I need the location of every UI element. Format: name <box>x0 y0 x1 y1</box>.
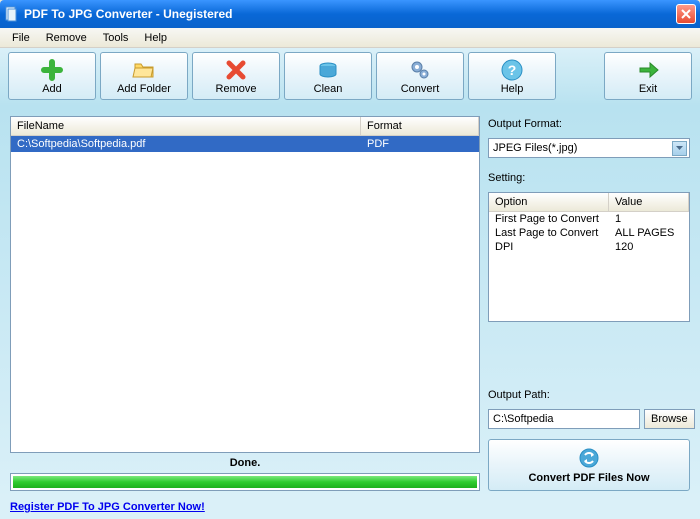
convert-now-label: Convert PDF Files Now <box>528 472 649 484</box>
window-title: PDF To JPG Converter - Unegistered <box>24 7 676 21</box>
list-header[interactable]: FileName Format <box>11 117 479 136</box>
add-folder-label: Add Folder <box>117 83 171 95</box>
progress-fill <box>13 476 477 488</box>
settings-table[interactable]: Option Value First Page to Convert1 Last… <box>488 192 690 322</box>
x-icon <box>224 58 248 82</box>
footer: Register PDF To JPG Converter Now! <box>0 501 700 519</box>
col-value[interactable]: Value <box>609 193 689 211</box>
add-button[interactable]: Add <box>8 52 96 100</box>
exit-button[interactable]: Exit <box>604 52 692 100</box>
register-link[interactable]: Register PDF To JPG Converter Now! <box>10 501 205 513</box>
add-label: Add <box>42 83 62 95</box>
clean-button[interactable]: Clean <box>284 52 372 100</box>
output-format-value: JPEG Files(*.jpg) <box>493 142 672 154</box>
output-format-dropdown[interactable]: JPEG Files(*.jpg) <box>488 138 690 158</box>
help-label: Help <box>501 83 524 95</box>
menu-tools[interactable]: Tools <box>95 30 137 46</box>
progress-bar <box>10 473 480 491</box>
content-area: FileName Format C:\Softpedia\Softpedia.p… <box>0 106 700 501</box>
clean-label: Clean <box>314 83 343 95</box>
output-path-label: Output Path: <box>488 387 690 403</box>
col-option[interactable]: Option <box>489 193 609 211</box>
close-button[interactable] <box>676 4 696 24</box>
col-format[interactable]: Format <box>361 117 479 135</box>
menubar: File Remove Tools Help <box>0 28 700 48</box>
add-folder-button[interactable]: Add Folder <box>100 52 188 100</box>
settings-row[interactable]: Last Page to ConvertALL PAGES <box>489 226 689 240</box>
output-format-label: Output Format: <box>488 116 690 132</box>
path-row: Browse <box>488 409 690 429</box>
clean-icon <box>316 58 340 82</box>
settings-row[interactable]: DPI120 <box>489 240 689 254</box>
menu-remove[interactable]: Remove <box>38 30 95 46</box>
close-icon <box>681 9 691 19</box>
titlebar[interactable]: PDF To JPG Converter - Unegistered <box>0 0 700 28</box>
settings-label: Setting: <box>488 170 690 186</box>
cell-format: PDF <box>361 136 479 152</box>
remove-button[interactable]: Remove <box>192 52 280 100</box>
left-panel: FileName Format C:\Softpedia\Softpedia.p… <box>10 116 480 491</box>
convert-now-button[interactable]: Convert PDF Files Now <box>488 439 690 491</box>
browse-button[interactable]: Browse <box>644 409 695 429</box>
convert-now-icon <box>577 446 601 470</box>
exit-arrow-icon <box>636 58 660 82</box>
help-button[interactable]: ? Help <box>468 52 556 100</box>
toolbar: Add Add Folder Remove Clean Convert ? He… <box>0 48 700 106</box>
convert-label: Convert <box>401 83 440 95</box>
cell-filename: C:\Softpedia\Softpedia.pdf <box>11 136 361 152</box>
menu-file[interactable]: File <box>4 30 38 46</box>
status-label: Done. <box>10 453 480 473</box>
plus-icon <box>40 58 64 82</box>
settings-row[interactable]: First Page to Convert1 <box>489 212 689 226</box>
svg-text:?: ? <box>508 62 517 78</box>
gears-icon <box>408 58 432 82</box>
exit-label: Exit <box>639 83 657 95</box>
output-path-input[interactable] <box>488 409 640 429</box>
right-panel: Output Format: JPEG Files(*.jpg) Setting… <box>488 116 690 491</box>
app-icon <box>4 6 20 22</box>
col-filename[interactable]: FileName <box>11 117 361 135</box>
settings-header[interactable]: Option Value <box>489 193 689 212</box>
convert-button[interactable]: Convert <box>376 52 464 100</box>
folder-icon <box>132 58 156 82</box>
chevron-down-icon <box>672 141 687 156</box>
remove-label: Remove <box>216 83 257 95</box>
file-list[interactable]: FileName Format C:\Softpedia\Softpedia.p… <box>10 116 480 453</box>
table-row[interactable]: C:\Softpedia\Softpedia.pdf PDF <box>11 136 479 152</box>
help-icon: ? <box>500 58 524 82</box>
menu-help[interactable]: Help <box>136 30 175 46</box>
